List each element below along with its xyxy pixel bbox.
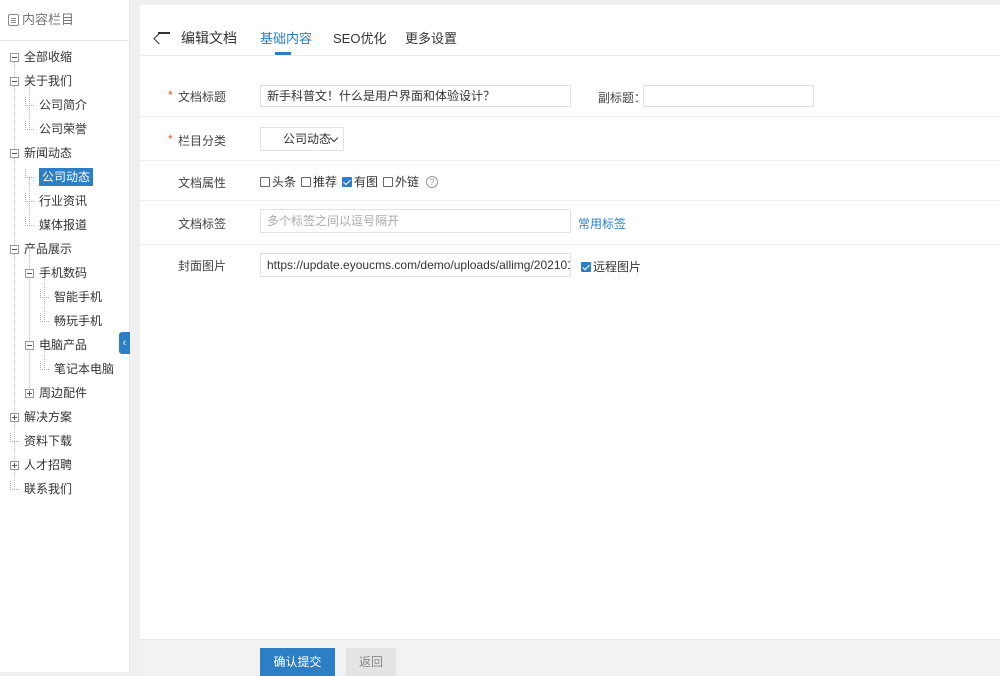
tree-item-accessories[interactable]: 周边配件 xyxy=(25,384,87,402)
subtitle-input[interactable] xyxy=(643,85,814,107)
collapse-toggle-icon[interactable] xyxy=(25,340,34,350)
form-footer: 确认提交 返回 xyxy=(140,639,1000,676)
attr-has-image-checkbox[interactable]: 有图 xyxy=(342,173,378,190)
checkbox-icon[interactable] xyxy=(383,176,394,187)
tree-item-laptops[interactable]: 笔记本电脑 xyxy=(40,360,114,378)
tree-item-news[interactable]: 新闻动态 xyxy=(10,144,72,162)
tree-item-collapse-all[interactable]: 全部收缩 xyxy=(10,48,72,66)
tab-seo[interactable]: SEO优化 xyxy=(333,28,386,47)
tree-item-media-reports[interactable]: 媒体报道 xyxy=(25,216,87,234)
tree-branch-line xyxy=(10,480,19,490)
title-label: 文档标题 xyxy=(178,90,227,104)
tree-branch-line xyxy=(25,216,34,226)
category-selected-value: 公司动态 xyxy=(283,132,332,146)
required-mark: * xyxy=(168,132,173,146)
form-row-category: * 栏目分类 公司动态 xyxy=(140,116,1000,161)
tree-item-company-honors[interactable]: 公司荣誉 xyxy=(25,120,87,138)
tree-branch-line xyxy=(25,96,34,106)
attributes-group: 头条 推荐 有图 外链 ? xyxy=(260,173,439,190)
attributes-label: 文档属性 xyxy=(178,176,227,190)
tree-branch-line xyxy=(40,312,49,322)
tree-item-mobile-digital[interactable]: 手机数码 xyxy=(25,264,87,282)
back-arrow-icon[interactable] xyxy=(158,27,170,39)
tab-basic-content[interactable]: 基础内容 xyxy=(260,28,312,47)
tree-item-about-us[interactable]: 关于我们 xyxy=(10,72,72,90)
remote-image-checkbox[interactable]: 远程图片 xyxy=(581,258,641,275)
chevron-down-icon xyxy=(329,133,339,143)
required-mark: * xyxy=(168,88,173,102)
tree-branch-line xyxy=(40,360,49,370)
cover-label: 封面图片 xyxy=(178,259,227,273)
tree-branch-line xyxy=(40,288,49,298)
tree-item-solutions[interactable]: 解决方案 xyxy=(10,408,72,426)
tree-branch-line xyxy=(10,432,19,442)
tree-branch-line xyxy=(25,192,34,202)
collapse-toggle-icon[interactable] xyxy=(25,268,34,278)
tree-item-computers[interactable]: 电脑产品 xyxy=(25,336,87,354)
checkbox-icon[interactable] xyxy=(260,176,270,187)
attr-recommend-checkbox[interactable]: 推荐 xyxy=(301,173,337,190)
expand-toggle-icon[interactable] xyxy=(25,388,34,398)
checkbox-checked-icon[interactable] xyxy=(581,261,591,272)
form-row-tags: 文档标签 多个标签之间以逗号隔开 常用标签 xyxy=(140,200,1000,245)
tree-branch-line xyxy=(25,168,34,178)
sidebar: 内容栏目 全部收缩 关于我们 公司简介 公司荣誉 新闻动态 公司动态 行业资讯 … xyxy=(0,0,130,672)
tree-item-products[interactable]: 产品展示 xyxy=(10,240,72,258)
document-icon xyxy=(8,14,19,26)
cover-url-input[interactable]: https://update.eyoucms.com/demo/uploads/… xyxy=(260,253,571,277)
checkbox-checked-icon[interactable] xyxy=(342,176,353,187)
form-row-attributes: 文档属性 头条 推荐 有图 外链 ? xyxy=(140,160,1000,201)
category-label: 栏目分类 xyxy=(178,134,227,148)
expand-toggle-icon[interactable] xyxy=(10,460,19,470)
checkbox-icon[interactable] xyxy=(301,176,312,187)
attr-external-link-checkbox[interactable]: 外链 xyxy=(383,173,419,190)
tags-label: 文档标签 xyxy=(178,217,227,231)
tree-item-play-phones[interactable]: 畅玩手机 xyxy=(40,312,102,330)
subtitle-label: 副标题： xyxy=(598,91,647,105)
common-tags-link[interactable]: 常用标签 xyxy=(578,215,626,232)
form-row-cover: 封面图片 https://update.eyoucms.com/demo/upl… xyxy=(140,244,1000,284)
form-row-title: * 文档标题 新手科普文！什么是用户界面和体验设计？ 副标题： xyxy=(140,76,1000,117)
collapse-toggle-icon[interactable] xyxy=(10,148,19,158)
help-question-icon[interactable]: ? xyxy=(426,175,439,188)
sidebar-title: 内容栏目 xyxy=(22,12,75,27)
sidebar-header: 内容栏目 xyxy=(0,0,129,41)
tree-item-company-news[interactable]: 公司动态 xyxy=(25,168,94,186)
tab-more-settings[interactable]: 更多设置 xyxy=(405,28,457,47)
sidebar-collapse-chevron-left-icon[interactable]: ‹ xyxy=(119,332,130,354)
collapse-toggle-icon[interactable] xyxy=(10,76,19,86)
attr-headline-checkbox[interactable]: 头条 xyxy=(260,173,296,190)
tree-item-company-profile[interactable]: 公司简介 xyxy=(25,96,87,114)
tree-item-downloads[interactable]: 资料下载 xyxy=(10,432,72,450)
main-panel: 编辑文档 基础内容 SEO优化 更多设置 * 文档标题 新手科普文！什么是用户界… xyxy=(140,5,1000,676)
tree-item-contact-us[interactable]: 联系我们 xyxy=(10,480,72,498)
tree-item-smartphones[interactable]: 智能手机 xyxy=(40,288,102,306)
tags-input[interactable]: 多个标签之间以逗号隔开 xyxy=(260,209,571,233)
tree-branch-line xyxy=(25,120,34,130)
tree-item-recruitment[interactable]: 人才招聘 xyxy=(10,456,72,474)
tree-item-industry-news[interactable]: 行业资讯 xyxy=(25,192,87,210)
category-select[interactable]: 公司动态 xyxy=(260,127,344,151)
page-title: 编辑文档 xyxy=(181,30,237,46)
active-tab-indicator xyxy=(275,52,291,55)
title-input[interactable]: 新手科普文！什么是用户界面和体验设计？ xyxy=(260,85,571,107)
collapse-toggle-icon[interactable] xyxy=(10,52,19,62)
page-header: 编辑文档 基础内容 SEO优化 更多设置 xyxy=(140,5,1000,56)
collapse-toggle-icon[interactable] xyxy=(10,244,19,254)
expand-toggle-icon[interactable] xyxy=(10,412,19,422)
